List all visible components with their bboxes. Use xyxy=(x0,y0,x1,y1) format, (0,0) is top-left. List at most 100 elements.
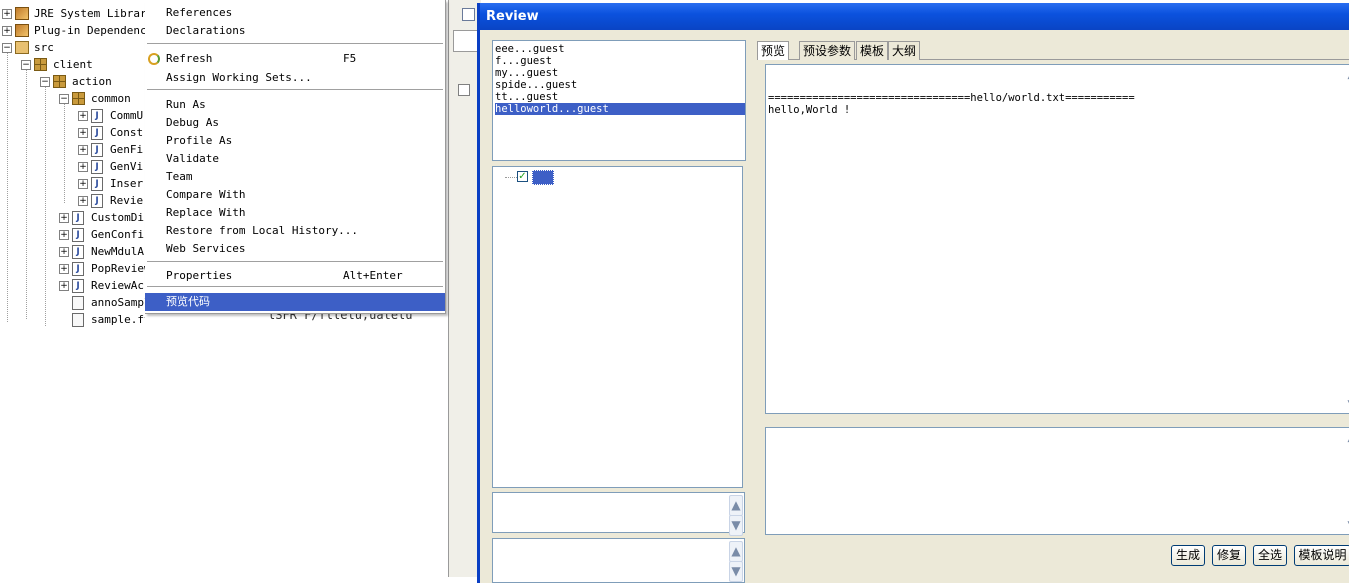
collapse-icon[interactable]: − xyxy=(2,43,12,53)
expand-icon[interactable]: + xyxy=(78,162,88,172)
template-help-button[interactable]: 模板说明 xyxy=(1294,545,1349,566)
secondary-text-area[interactable]: ▲ ▼ xyxy=(765,427,1349,535)
menu-item-shortcut: F5 xyxy=(343,52,357,65)
tab-outline[interactable]: 大纲 xyxy=(888,41,921,60)
expand-icon[interactable]: + xyxy=(78,145,88,155)
tree-item-label: Inser xyxy=(110,177,144,190)
java-file-icon: J xyxy=(72,245,84,259)
tree-node-selected[interactable] xyxy=(532,170,554,185)
scroll-up-arrow[interactable]: ▲ xyxy=(1344,69,1349,83)
tab-preview[interactable]: 预览 xyxy=(757,41,790,60)
tree-node-checkbox[interactable]: ✓ xyxy=(517,171,528,182)
menu-item-label: 预览代码 xyxy=(166,295,210,308)
select-all-button[interactable]: 全选 xyxy=(1253,545,1287,566)
file-list-item[interactable]: eee...guest xyxy=(495,43,569,55)
expand-icon[interactable]: + xyxy=(78,111,88,121)
menu-item-assign-working-sets[interactable]: Assign Working Sets... xyxy=(145,69,445,87)
tree-item[interactable]: + J GenFi xyxy=(0,141,145,158)
tree-item[interactable]: + J CommU xyxy=(0,107,145,124)
collapse-icon[interactable] xyxy=(458,84,470,96)
expand-icon[interactable]: + xyxy=(2,26,12,36)
expand-icon[interactable]: + xyxy=(59,230,69,240)
scroll-down-arrow[interactable]: ▼ xyxy=(729,561,743,582)
review-dialog: Review eee...guest f...guest my...guest spi… xyxy=(477,3,1349,583)
file-list-item[interactable]: helloworld...guest xyxy=(495,103,745,115)
scroll-up-arrow[interactable]: ▲ xyxy=(1344,432,1349,446)
expand-icon[interactable]: + xyxy=(78,128,88,138)
preview-text-area[interactable]: ▲ ▼ ================================hell… xyxy=(765,64,1349,414)
tree-item[interactable]: + J GenConfi xyxy=(0,226,145,243)
tree-item[interactable]: + J Const xyxy=(0,124,145,141)
menu-item-compare-with[interactable]: Compare With xyxy=(145,186,445,204)
expand-icon[interactable]: + xyxy=(59,281,69,291)
tree-item[interactable]: + J ReviewAc xyxy=(0,277,145,294)
menu-item-restore-from-local-history[interactable]: Restore from Local History... xyxy=(145,222,445,240)
menu-item-label: Debug As xyxy=(166,116,219,129)
tree-item-label: ReviewAc xyxy=(91,279,144,292)
info-text-area[interactable]: ▲ ▼ xyxy=(492,492,745,536)
collapse-icon[interactable]: − xyxy=(40,77,50,87)
file-list[interactable]: eee...guest f...guest my...guest spide...gu… xyxy=(492,40,746,161)
tree-item[interactable]: + J Revie xyxy=(0,192,145,209)
menu-item-properties[interactable]: Properties Alt+Enter xyxy=(145,267,445,285)
tree-item[interactable]: + J CustomDi xyxy=(0,209,145,226)
scroll-down-arrow[interactable]: ▼ xyxy=(1344,518,1349,532)
menu-item-label: Properties xyxy=(166,269,233,282)
menu-item-refresh[interactable]: Refresh F5 xyxy=(145,50,445,68)
menu-item-web-services[interactable]: Web Services xyxy=(145,240,445,258)
tree-item[interactable]: sample.ftl xyxy=(0,311,145,328)
expand-icon[interactable]: + xyxy=(78,196,88,206)
expand-icon[interactable]: + xyxy=(59,264,69,274)
menu-item-label: Replace With xyxy=(166,206,246,219)
tree-item[interactable]: − src xyxy=(0,39,145,56)
template-file-icon xyxy=(72,296,84,310)
scroll-up-arrow[interactable]: ▲ xyxy=(729,495,743,516)
tab-template[interactable]: 模板 xyxy=(856,41,889,60)
expand-icon[interactable]: + xyxy=(78,179,88,189)
tree-item[interactable]: annoSampl xyxy=(0,294,145,311)
tree-item[interactable]: + J GenVi xyxy=(0,158,145,175)
preview-line: ================================hello/wo… xyxy=(768,92,1135,104)
java-file-icon: J xyxy=(72,228,84,242)
expand-icon[interactable]: + xyxy=(59,247,69,257)
generate-button[interactable]: 生成 xyxy=(1171,545,1205,566)
menu-item-validate[interactable]: Validate xyxy=(145,150,445,168)
menu-item-debug-as[interactable]: Debug As xyxy=(145,114,445,132)
tree-item[interactable]: + J PopReview xyxy=(0,260,145,277)
menu-separator xyxy=(147,43,443,45)
file-list-item[interactable]: tt...guest xyxy=(495,91,562,103)
tree-item[interactable]: + J Inser xyxy=(0,175,145,192)
modify-button[interactable]: 修复 xyxy=(1212,545,1246,566)
tree-item[interactable]: − common xyxy=(0,90,145,107)
expand-icon[interactable]: + xyxy=(2,9,12,19)
menu-item-profile-as[interactable]: Profile As xyxy=(145,132,445,150)
scroll-down-arrow[interactable]: ▼ xyxy=(1344,397,1349,411)
tree-item[interactable]: + Plug-in Dependenci xyxy=(0,22,145,39)
menu-item-preview-code[interactable]: 预览代码 xyxy=(145,293,445,311)
collapse-icon[interactable]: − xyxy=(21,60,31,70)
menu-item-replace-with[interactable]: Replace With xyxy=(145,204,445,222)
tree-item[interactable]: + J NewMdulA xyxy=(0,243,145,260)
menu-item-declarations[interactable]: Declarations xyxy=(145,22,445,40)
scroll-down-arrow[interactable]: ▼ xyxy=(729,515,743,536)
menu-item-run-as[interactable]: Run As xyxy=(145,96,445,114)
library-icon xyxy=(15,7,29,20)
file-list-item[interactable]: f...guest xyxy=(495,55,556,67)
collapse-icon[interactable]: − xyxy=(59,94,69,104)
dialog-title-bar[interactable]: Review xyxy=(480,3,1349,30)
library-icon xyxy=(15,24,29,37)
log-text-area[interactable]: ▲ ▼ xyxy=(492,538,745,583)
tree-item-label: src xyxy=(34,41,54,54)
file-list-item[interactable]: spide...guest xyxy=(495,79,581,91)
tree-item[interactable]: + JRE System Library xyxy=(0,5,145,22)
file-list-item[interactable]: my...guest xyxy=(495,67,562,79)
tree-item[interactable]: − action xyxy=(0,73,145,90)
tab-preset-params[interactable]: 预设参数 xyxy=(799,41,856,60)
menu-item-references[interactable]: References xyxy=(145,4,445,22)
scroll-up-arrow[interactable]: ▲ xyxy=(729,541,743,562)
menu-item-label: Web Services xyxy=(166,242,246,255)
expand-icon[interactable]: + xyxy=(59,213,69,223)
template-tree-panel[interactable]: ✓ xyxy=(492,166,743,488)
menu-item-team[interactable]: Team xyxy=(145,168,445,186)
tree-item[interactable]: − client xyxy=(0,56,145,73)
